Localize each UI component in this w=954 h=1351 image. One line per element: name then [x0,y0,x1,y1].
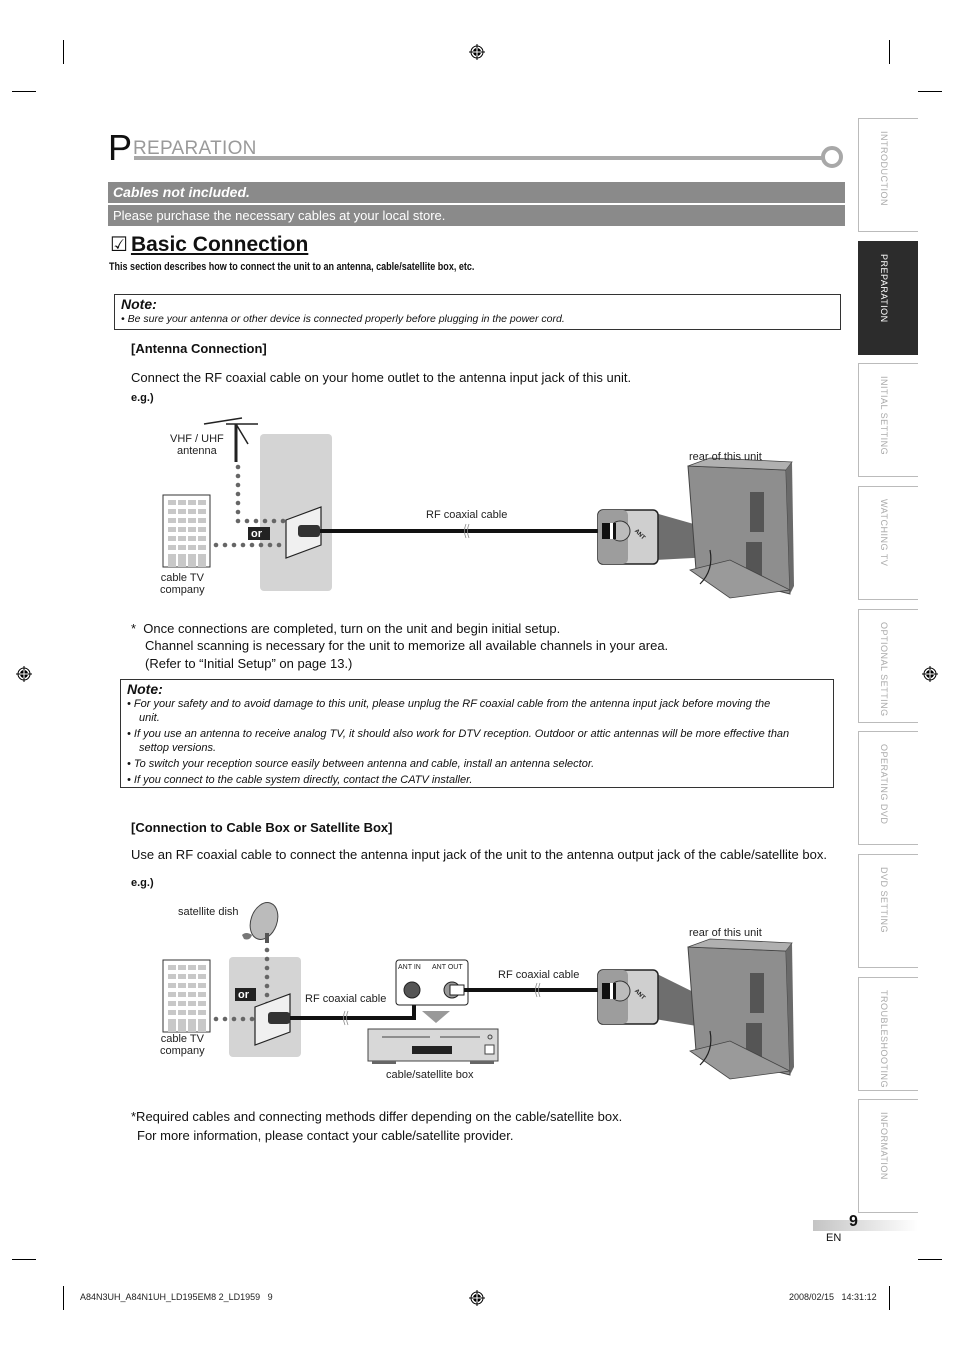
section-title-text: Basic Connection [130,233,309,256]
cable-company-label: cable TV company [160,1033,205,1057]
title-ring-icon [821,146,843,168]
or-label: or [238,989,249,1001]
ant-out-label: ANT OUT [432,964,463,971]
sidebar-tab-introduction[interactable]: INTRODUCTION [858,118,918,232]
note-box: Note: • Be sure your antenna or other de… [114,294,841,330]
checkbox-icon: ☑ [110,234,128,256]
cable-company-label-line: company [160,584,205,596]
page-title: P REPARATION [108,128,848,168]
crop-mark [12,91,36,92]
cable-company-building-icon [162,494,211,568]
sidebar-tab-initial-setting[interactable]: INITIAL SETTING [858,363,918,477]
note-item: • For your safety and to avoid damage to… [127,698,771,710]
note-item: • To switch your reception source easily… [127,758,595,770]
example-label: e.g.) [131,877,154,889]
coax-plug [268,1012,290,1024]
sidebar-tab-label: DVD SETTING [879,867,889,934]
sidebar-tab-optional-setting[interactable]: OPTIONAL SETTING [858,609,918,723]
antenna-label-line: VHF / UHF [170,433,224,445]
note-item: • If you use an antenna to receive analo… [127,728,790,740]
footer-timestamp: 2008/02/15 14:31:12 [789,1292,877,1302]
page-number: 9 [849,1213,858,1230]
registration-mark-icon [469,44,485,60]
sidebar-tab-operating-dvd[interactable]: OPERATING DVD [858,731,918,845]
setup-footnote-line: * Once connections are completed, turn o… [131,621,561,636]
note-title: Note: [127,681,163,697]
sidebar-tab-label: TROUBLESHOOTING [879,990,889,1089]
or-label: or [251,528,262,540]
sidebar-tab-label: INFORMATION [879,1112,889,1180]
example-label: e.g.) [131,392,154,404]
antenna-instruction: Connect the RF coaxial cable on your hom… [131,370,632,385]
rear-of-unit-label: rear of this unit [689,927,762,939]
satellite-dish-label: satellite dish [178,906,239,918]
section-title: ☑ Basic Connection [110,232,308,258]
sidebar-tab-label: PREPARATION [879,254,889,323]
rf-cable-label-left: RF coaxial cable [305,993,387,1005]
registration-mark-icon [922,666,938,682]
cables-banner-text: Please purchase the necessary cables at … [108,205,845,226]
antenna-label-line: antenna [177,445,217,457]
cable-company-label-line: cable TV [160,572,204,584]
footer-file-id: A84N3UH_A84N1UH_LD195EM8 2_LD1959 9 [80,1292,273,1302]
down-arrow-icon [422,1011,450,1023]
crop-mark [63,40,64,64]
ant-in-label: ANT IN [398,964,421,971]
sidebar-tab-dvd-setting[interactable]: DVD SETTING [858,854,918,968]
title-initial: P [108,127,133,168]
cable-satellite-box-icon [367,1028,499,1064]
sidebar-tab-label: OPERATING DVD [879,744,889,825]
cable-company-building-icon [162,959,211,1033]
antenna-connection-heading: [Antenna Connection] [131,341,267,356]
cablebox-instruction: Use an RF coaxial cable to connect the a… [131,847,827,862]
rear-of-unit-label: rear of this unit [689,451,762,463]
sidebar-tab-preparation[interactable]: PREPARATION [858,241,918,355]
note-item: settop versions. [139,742,217,754]
note-box: Note: • For your safety and to avoid dam… [120,679,834,788]
note-title: Note: [121,296,157,312]
tv-rear-icon [687,457,794,599]
sidebar-tab-label: INITIAL SETTING [879,376,889,456]
page-language: EN [826,1232,842,1244]
cable-company-dotted-line [213,542,282,548]
note-item: unit. [139,712,160,724]
section-description: This section describes how to connect th… [109,261,475,273]
provider-footnote-line: For more information, please contact you… [137,1128,514,1143]
crop-mark [63,1286,64,1310]
cable-company-label-line: cable TV [160,1033,204,1045]
crop-mark [918,91,942,92]
ant-in-jack-icon [403,981,421,999]
crop-mark [12,1259,36,1260]
title-rest: REPARATION [133,138,257,159]
satellite-dish-icon [242,902,279,943]
registration-mark-icon [16,666,32,682]
sidebar-tab-label: OPTIONAL SETTING [879,622,889,717]
sidebar-tab-label: WATCHING TV [879,499,889,567]
cablebox-connection-heading: [Connection to Cable Box or Satellite Bo… [131,820,393,835]
cablebox-connection-diagram: ANT [162,902,794,1080]
tv-rear-icon [687,938,794,1080]
sidebar-tab-watching-tv[interactable]: WATCHING TV [858,486,918,600]
coax-plug [298,525,320,537]
antenna-label: VHF / UHF antenna [170,433,224,457]
cable-company-label: cable TV company [160,572,205,596]
page-number-bar [813,1220,918,1231]
setup-footnote-line: (Refer to “Initial Setup” on page 13.) [145,656,353,671]
setup-footnote-line: Channel scanning is necessary for the un… [145,638,669,653]
note-item: • Be sure your antenna or other device i… [121,313,565,325]
crop-mark [918,1259,942,1260]
sidebar-tab-information[interactable]: INFORMATION [858,1099,918,1213]
sidebar-tab-troubleshooting[interactable]: TROUBLESHOOTING [858,977,918,1091]
registration-mark-icon [469,1290,485,1306]
note-item: • If you connect to the cable system dir… [127,774,473,786]
crop-mark [889,1286,890,1310]
provider-footnote-line: *Required cables and connecting methods … [131,1109,623,1124]
rf-cable-label-right: RF coaxial cable [498,969,580,981]
cable-company-label-line: company [160,1045,205,1057]
cables-banner-heading: Cables not included. [108,182,845,203]
sidebar-tab-label: INTRODUCTION [879,131,889,206]
cable-box-label: cable/satellite box [386,1069,474,1081]
rf-cable-label: RF coaxial cable [426,509,508,521]
crop-mark [889,40,890,64]
